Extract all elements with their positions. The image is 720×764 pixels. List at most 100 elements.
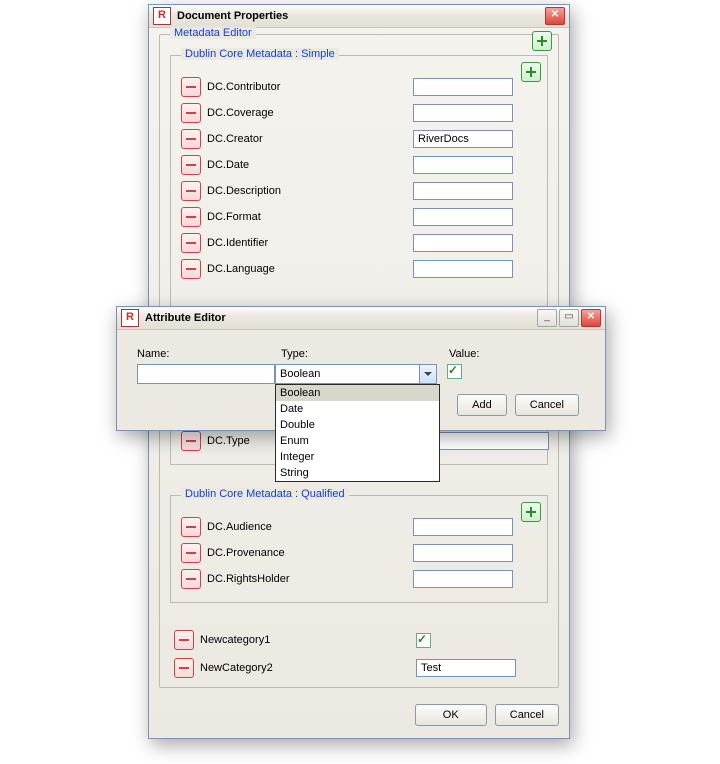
minus-icon [185,159,197,171]
metadata-row: DC.RightsHolder [181,566,537,592]
remove-button[interactable] [181,155,201,175]
metadata-value-input[interactable] [413,156,513,174]
cancel-button[interactable]: Cancel [495,704,559,726]
type-dropdown-list[interactable]: BooleanDateDoubleEnumIntegerString [275,384,440,482]
minus-icon [185,547,197,559]
type-option[interactable]: Integer [276,449,439,465]
remove-button[interactable] [181,569,201,589]
close-button[interactable]: ✕ [545,7,565,25]
qualified-group: Dublin Core Metadata : Qualified DC.Audi… [170,495,548,603]
custom-value-input[interactable] [416,659,516,677]
metadata-value-input[interactable] [413,234,513,252]
remove-button[interactable] [181,181,201,201]
titlebar[interactable]: R Attribute Editor _ ▭ ✕ [117,307,605,330]
chevron-down-icon [424,370,432,378]
metadata-value-input[interactable] [413,208,513,226]
metadata-label: DC.Coverage [207,107,407,119]
custom-row: NewCategory2 [174,655,548,681]
metadata-label: DC.Provenance [207,547,407,559]
metadata-label: DC.Date [207,159,407,171]
app-icon: R [153,7,171,25]
dropdown-arrow[interactable] [419,365,436,383]
minus-icon [185,185,197,197]
custom-checkbox[interactable] [416,633,431,648]
metadata-value-input[interactable] [413,104,513,122]
remove-button[interactable] [181,517,201,537]
metadata-label: DC.RightsHolder [207,573,407,585]
attribute-editor-window: R Attribute Editor _ ▭ ✕ Name: Type: Val… [116,306,606,431]
remove-button[interactable] [181,233,201,253]
type-option[interactable]: Enum [276,433,439,449]
minimize-button[interactable]: _ [537,309,557,327]
metadata-row: DC.Date [181,152,537,178]
app-icon: R [121,309,139,327]
minus-icon [185,133,197,145]
value-checkbox[interactable] [447,364,462,379]
metadata-label: DC.Audience [207,521,407,533]
minus-icon [185,573,197,585]
remove-button[interactable] [181,129,201,149]
type-combobox[interactable]: Boolean BooleanDateDoubleEnumIntegerStri… [275,364,437,384]
custom-row: Newcategory1 [174,627,548,653]
metadata-row: DC.Provenance [181,540,537,566]
type-option[interactable]: String [276,465,439,481]
custom-label: NewCategory2 [200,662,410,674]
metadata-value-input[interactable] [413,570,513,588]
type-option[interactable]: Double [276,417,439,433]
remove-button[interactable] [181,77,201,97]
maximize-button[interactable]: ▭ [559,309,579,327]
minus-icon [178,634,190,646]
type-option[interactable]: Date [276,401,439,417]
close-button[interactable]: ✕ [581,309,601,327]
plus-icon [525,66,537,78]
type-selected: Boolean [276,368,419,380]
value-label: Value: [449,348,489,360]
titlebar[interactable]: R Document Properties ✕ [149,5,569,28]
metadata-label: DC.Format [207,211,407,223]
remove-button[interactable] [181,259,201,279]
metadata-label: DC.Description [207,185,407,197]
metadata-label: DC.Contributor [207,81,407,93]
metadata-row: DC.Identifier [181,230,537,256]
metadata-value-input[interactable] [413,182,513,200]
remove-button[interactable] [181,103,201,123]
remove-button[interactable] [181,431,201,451]
minus-icon [185,237,197,249]
metadata-row: DC.Description [181,178,537,204]
window-title: Document Properties [177,10,288,22]
minus-icon [178,662,190,674]
metadata-label: DC.Identifier [207,237,407,249]
metadata-value-input[interactable] [413,78,513,96]
plus-icon [525,506,537,518]
remove-button[interactable] [181,543,201,563]
ok-button[interactable]: OK [415,704,487,726]
metadata-value-input[interactable] [413,260,513,278]
metadata-row: DC.Contributor [181,74,537,100]
remove-button[interactable] [181,207,201,227]
minus-icon [185,435,197,447]
add-category-button[interactable] [532,31,552,51]
metadata-row: DC.Language [181,256,537,282]
metadata-value-input[interactable] [413,518,513,536]
remove-button[interactable] [174,658,194,678]
metadata-value-input[interactable] [413,130,513,148]
minus-icon [185,521,197,533]
add-qualified-button[interactable] [521,502,541,522]
name-input[interactable] [137,364,275,384]
minus-icon [185,107,197,119]
window-title: Attribute Editor [145,312,226,324]
cancel-button[interactable]: Cancel [515,394,579,416]
name-label: Name: [137,348,275,360]
metadata-row: DC.Creator [181,126,537,152]
qualified-legend: Dublin Core Metadata : Qualified [181,488,349,500]
add-button[interactable]: Add [457,394,507,416]
metadata-row: DC.Coverage [181,100,537,126]
minus-icon [185,211,197,223]
simple-legend: Dublin Core Metadata : Simple [181,48,339,60]
metadata-value-input[interactable] [413,544,513,562]
add-simple-button[interactable] [521,62,541,82]
custom-label: Newcategory1 [200,634,410,646]
group-legend: Metadata Editor [170,27,256,39]
remove-button[interactable] [174,630,194,650]
type-option[interactable]: Boolean [276,385,439,401]
